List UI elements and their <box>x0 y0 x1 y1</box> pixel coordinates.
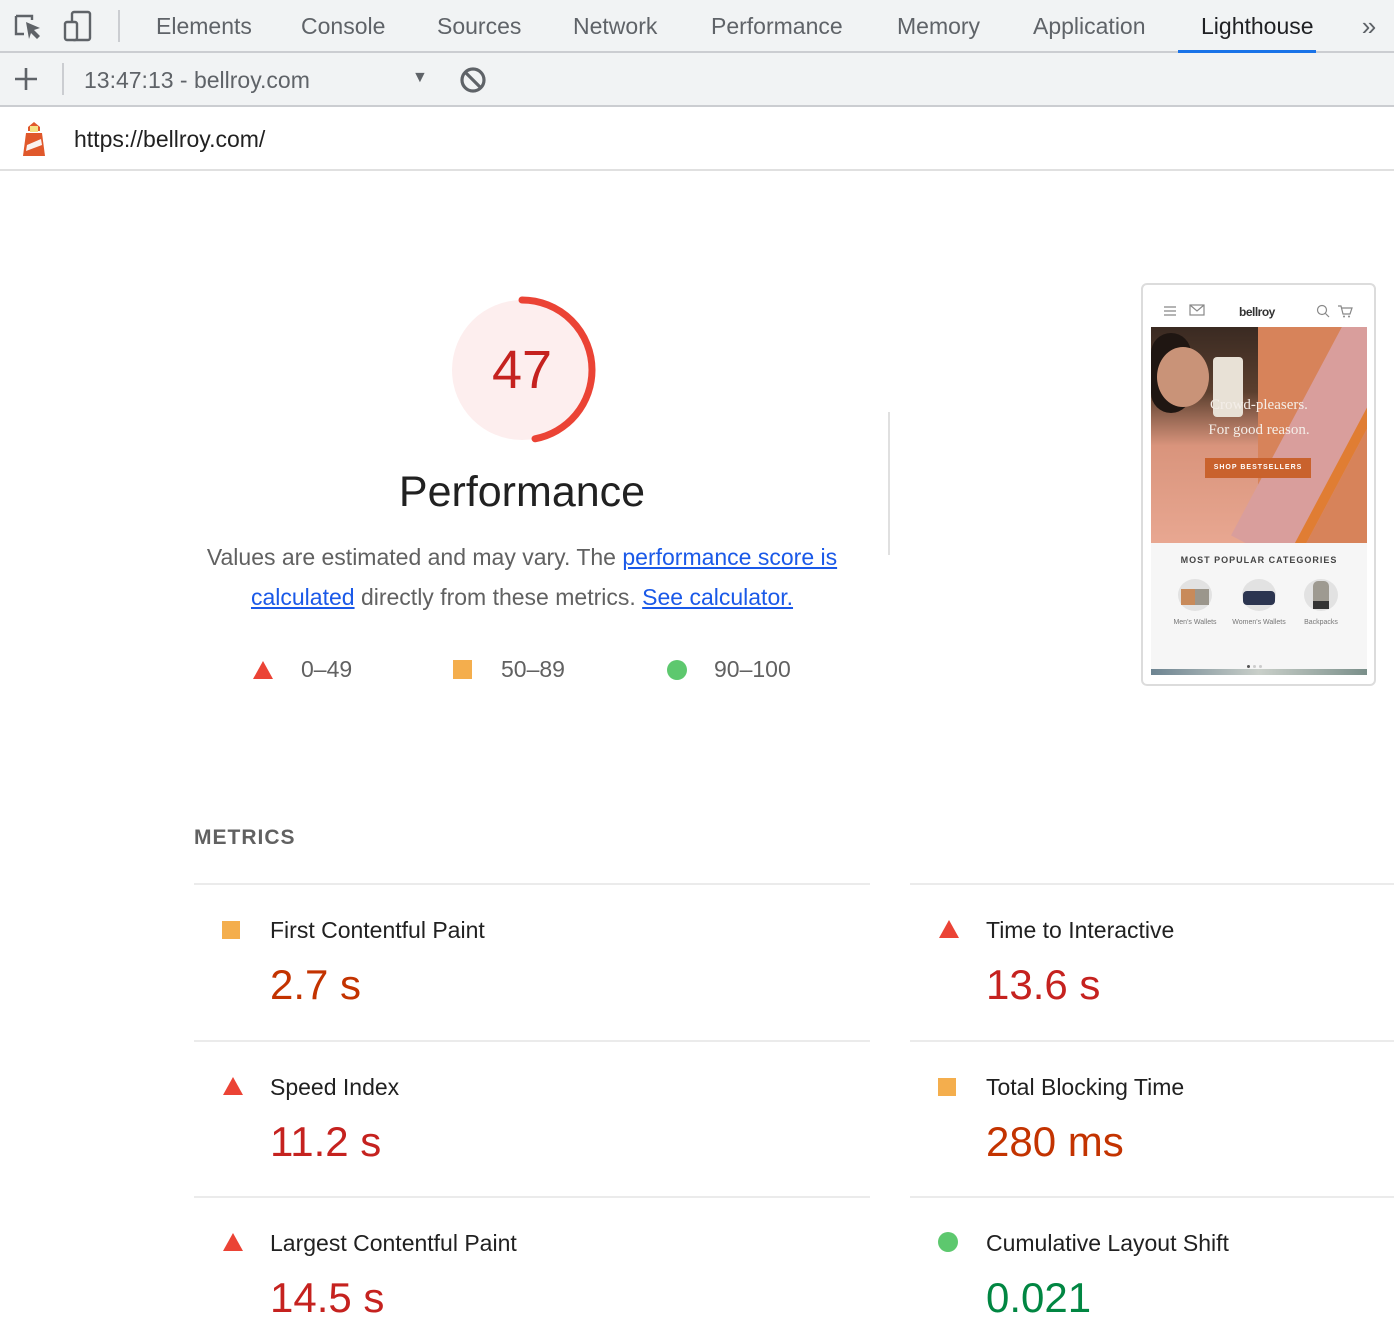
report-url-link[interactable]: https://bellroy.com/ <box>74 107 265 171</box>
metrics-heading: METRICS <box>194 826 296 849</box>
square-icon <box>938 1078 956 1096</box>
tab-sources[interactable]: Sources <box>437 0 521 53</box>
devtools-tab-bar: Elements Console Sources Network Perform… <box>0 0 1394 53</box>
report-selector-label: 13:47:13 - bellroy.com <box>84 67 310 93</box>
inspect-element-icon[interactable] <box>12 10 44 42</box>
device-toolbar-icon[interactable] <box>62 10 94 42</box>
metric-value: 0.021 <box>986 1274 1092 1321</box>
triangle-icon <box>223 1077 243 1095</box>
metric-value: 280 ms <box>986 1118 1124 1165</box>
category-item: Backpacks <box>1291 579 1351 629</box>
popular-categories: MOST POPULAR CATEGORIES Men's Wallets Wo… <box>1151 543 1367 669</box>
metric-label: Largest Contentful Paint <box>270 1230 517 1256</box>
metric-value: 2.7 s <box>270 961 362 1008</box>
category-item: Men's Wallets <box>1165 579 1225 629</box>
performance-score-value: 47 <box>491 340 553 400</box>
dropdown-caret-icon[interactable]: ▼ <box>412 69 428 87</box>
metric-first-contentful-paint[interactable]: First Contentful Paint 2.7 s <box>194 885 674 1015</box>
metric-label: Cumulative Layout Shift <box>986 1230 1229 1256</box>
site-header: bellroy <box>1151 293 1367 327</box>
tab-elements[interactable]: Elements <box>156 0 252 53</box>
metric-largest-contentful-paint[interactable]: Largest Contentful Paint 14.5 s <box>194 1198 674 1328</box>
legend-range: 90–100 <box>714 656 791 682</box>
lighthouse-toolbar: 13:47:13 - bellroy.com ▼ <box>0 53 1394 107</box>
hero-banner: Crowd-pleasers. For good reason. SHOP BE… <box>1151 327 1367 543</box>
lighthouse-icon <box>23 122 45 156</box>
category-title: Performance <box>398 468 646 516</box>
score-description: Values are estimated and may vary. The p… <box>196 537 848 617</box>
final-screenshot-thumbnail[interactable]: bellroy Crowd-pleasers. For good reason.… <box>1141 283 1376 686</box>
metric-speed-index[interactable]: Speed Index 11.2 s <box>194 1042 674 1172</box>
metric-label: Time to Interactive <box>986 917 1175 943</box>
report-url-bar: https://bellroy.com/ <box>0 107 1394 171</box>
metric-label: Speed Index <box>270 1074 400 1100</box>
triangle-icon <box>253 661 273 679</box>
see-calculator-link[interactable]: See calculator. <box>642 584 793 610</box>
tab-memory[interactable]: Memory <box>897 0 980 53</box>
tab-application[interactable]: Application <box>1033 0 1146 53</box>
tab-console[interactable]: Console <box>301 0 385 53</box>
mail-icon <box>1189 304 1205 316</box>
square-icon <box>222 921 240 939</box>
cart-icon <box>1338 305 1353 318</box>
triangle-icon <box>939 920 959 938</box>
tab-network[interactable]: Network <box>573 0 657 53</box>
chevron-double-right-icon[interactable]: » <box>1356 12 1382 40</box>
description-text-1: Values are estimated and may vary. The <box>206 544 623 570</box>
toolbar-divider <box>62 63 64 95</box>
metric-value: 14.5 s <box>270 1274 385 1321</box>
report-selector[interactable]: 13:47:13 - bellroy.com <box>84 53 434 107</box>
categories-title: MOST POPULAR CATEGORIES <box>1180 555 1338 565</box>
description-text-2: directly from these metrics. <box>354 584 643 610</box>
tab-lighthouse[interactable]: Lighthouse <box>1201 0 1314 53</box>
category-item: Women's Wallets <box>1229 579 1289 629</box>
search-icon <box>1316 304 1330 318</box>
metric-value: 13.6 s <box>986 961 1101 1008</box>
metric-label: First Contentful Paint <box>270 917 485 943</box>
metric-value: 11.2 s <box>270 1118 382 1165</box>
toolbar-divider <box>118 10 120 42</box>
triangle-icon <box>223 1233 243 1251</box>
circle-icon <box>938 1232 958 1252</box>
metric-time-to-interactive[interactable]: Time to Interactive 13.6 s <box>910 885 1390 1015</box>
metric-cumulative-layout-shift[interactable]: Cumulative Layout Shift 0.021 <box>910 1198 1390 1328</box>
block-icon[interactable] <box>458 65 488 95</box>
shop-bestsellers-button: SHOP BESTSELLERS <box>1205 458 1311 478</box>
vertical-divider <box>888 412 890 555</box>
legend-range: 50–89 <box>501 656 565 682</box>
tab-performance[interactable]: Performance <box>711 0 843 53</box>
hamburger-menu-icon <box>1164 306 1176 316</box>
metric-label: Total Blocking Time <box>986 1074 1185 1100</box>
legend-range: 0–49 <box>301 656 353 682</box>
metric-total-blocking-time[interactable]: Total Blocking Time 280 ms <box>910 1042 1390 1172</box>
site-logo: bellroy <box>1239 305 1275 319</box>
plus-icon[interactable] <box>10 63 42 95</box>
hero-headline: Crowd-pleasers. For good reason. <box>1208 397 1310 438</box>
circle-icon <box>667 660 687 680</box>
square-icon <box>453 660 472 679</box>
